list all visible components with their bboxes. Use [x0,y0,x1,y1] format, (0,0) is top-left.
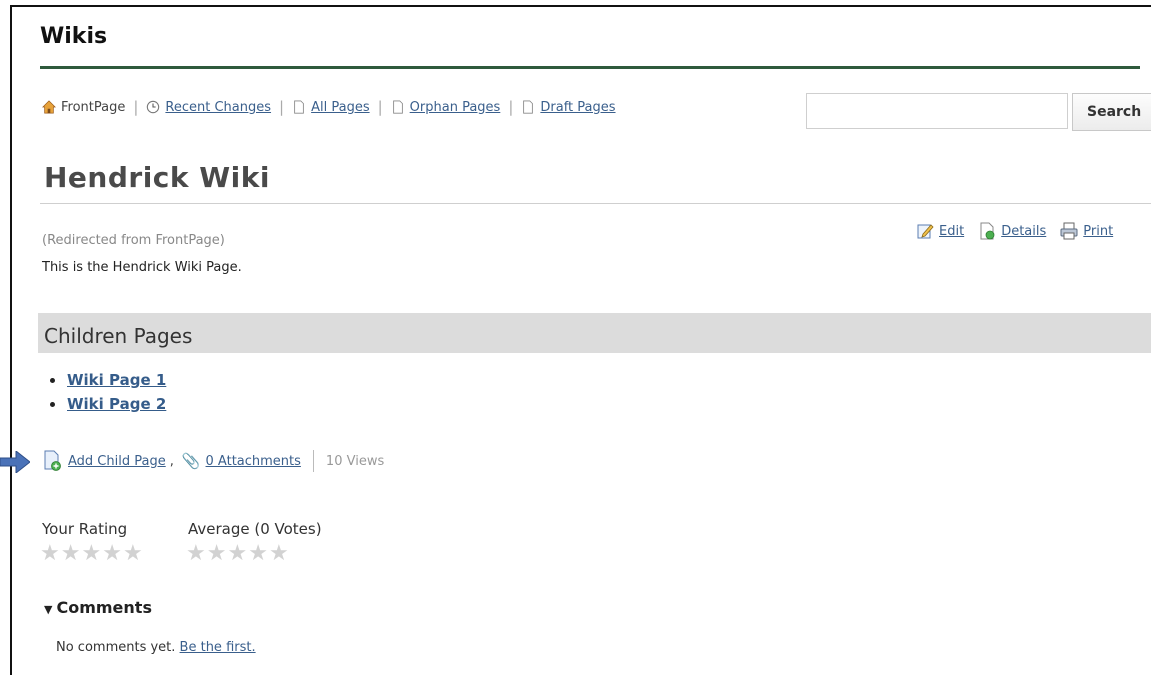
nav-separator: | [133,98,139,116]
page-icon [523,100,534,114]
nav-item-draft-pages[interactable]: Draft Pages [521,99,616,115]
be-the-first-link[interactable]: Be the first. [180,640,256,655]
list-item: Wiki Page 1 [50,368,166,392]
nav-item-label: FrontPage [61,99,126,115]
child-page-link[interactable]: Wiki Page 2 [67,395,166,413]
nav-item-all-pages[interactable]: All Pages [292,99,370,115]
children-section-header [38,313,1151,353]
page-meta-bar: Add Child Page , 📎 0 Attachments 10 View… [42,450,384,472]
meta-comma: , [169,453,174,469]
views-count: 10 Views [325,453,385,469]
your-rating-label: Your Rating [42,520,128,538]
nav-item-label[interactable]: Recent Changes [165,100,271,115]
comments-toggle[interactable]: ▼ Comments [44,598,152,617]
print-action[interactable]: Print [1060,222,1113,240]
page-actions: Edit Details Print [916,222,1121,240]
nav-separator: | [377,98,383,116]
home-icon [42,100,56,114]
attachments-link[interactable]: 0 Attachments [206,454,301,469]
list-item: Wiki Page 2 [50,392,166,416]
star-icon: ★ [227,541,248,566]
star-icon: ★ [206,541,227,566]
average-rating-label: Average (0 Votes) [188,520,322,538]
nav-item-label[interactable]: Draft Pages [540,100,615,115]
details-link[interactable]: Details [1001,224,1046,239]
wiki-nav-bar: FrontPage | Recent Changes | All Pages |… [42,96,616,118]
star-icon[interactable]: ★ [40,543,60,565]
pointer-arrow-icon [0,451,30,473]
section-title: Wikis [40,24,108,49]
nav-item-label[interactable]: All Pages [311,100,370,115]
edit-link[interactable]: Edit [939,224,964,239]
star-icon: ★ [186,541,206,566]
no-comments-text: No comments yet. [56,640,176,655]
page-content: This is the Hendrick Wiki Page. [42,260,242,275]
header-divider [40,66,1140,69]
add-page-icon [44,450,61,471]
children-heading: Children Pages [44,324,193,348]
search-button[interactable]: Search [1072,93,1151,131]
details-icon [980,222,995,240]
page-icon [392,100,403,114]
comments-empty-state: No comments yet. Be the first. [56,640,256,655]
star-icon[interactable]: ★ [81,543,101,565]
add-child-page-link[interactable]: Add Child Page [68,454,166,469]
star-icon: ★ [268,541,289,566]
edit-icon [917,224,934,239]
nav-item-orphan-pages[interactable]: Orphan Pages [391,99,501,115]
nav-item-frontpage[interactable]: FrontPage [42,99,125,115]
bullet-icon [50,377,55,383]
title-divider [40,203,1151,204]
bullet-icon [50,401,55,407]
nav-separator: | [279,98,285,116]
child-page-link[interactable]: Wiki Page 1 [67,371,166,389]
star-icon: ★ [248,541,268,566]
printer-icon [1060,222,1078,240]
print-link[interactable]: Print [1083,224,1113,239]
average-rating-stars: ★ ★ ★ ★ ★ [186,543,289,565]
meta-divider [312,450,314,472]
page-title: Hendrick Wiki [44,161,270,194]
star-icon[interactable]: ★ [102,543,122,565]
star-icon[interactable]: ★ [61,543,81,565]
comments-heading: Comments [56,598,152,617]
page-icon [294,100,304,114]
star-icon[interactable]: ★ [123,543,143,565]
your-rating-stars[interactable]: ★ ★ ★ ★ ★ [40,543,143,565]
paperclip-icon: 📎 [181,452,201,470]
redirect-note: (Redirected from FrontPage) [42,233,225,248]
children-list: Wiki Page 1 Wiki Page 2 [50,368,166,416]
nav-item-label[interactable]: Orphan Pages [410,100,501,115]
collapse-triangle-icon: ▼ [44,603,53,616]
nav-separator: | [508,98,514,116]
details-action[interactable]: Details [978,222,1046,240]
clock-icon [147,100,160,114]
edit-action[interactable]: Edit [916,222,964,240]
search-input[interactable] [806,93,1068,129]
nav-item-recent-changes[interactable]: Recent Changes [146,99,271,115]
